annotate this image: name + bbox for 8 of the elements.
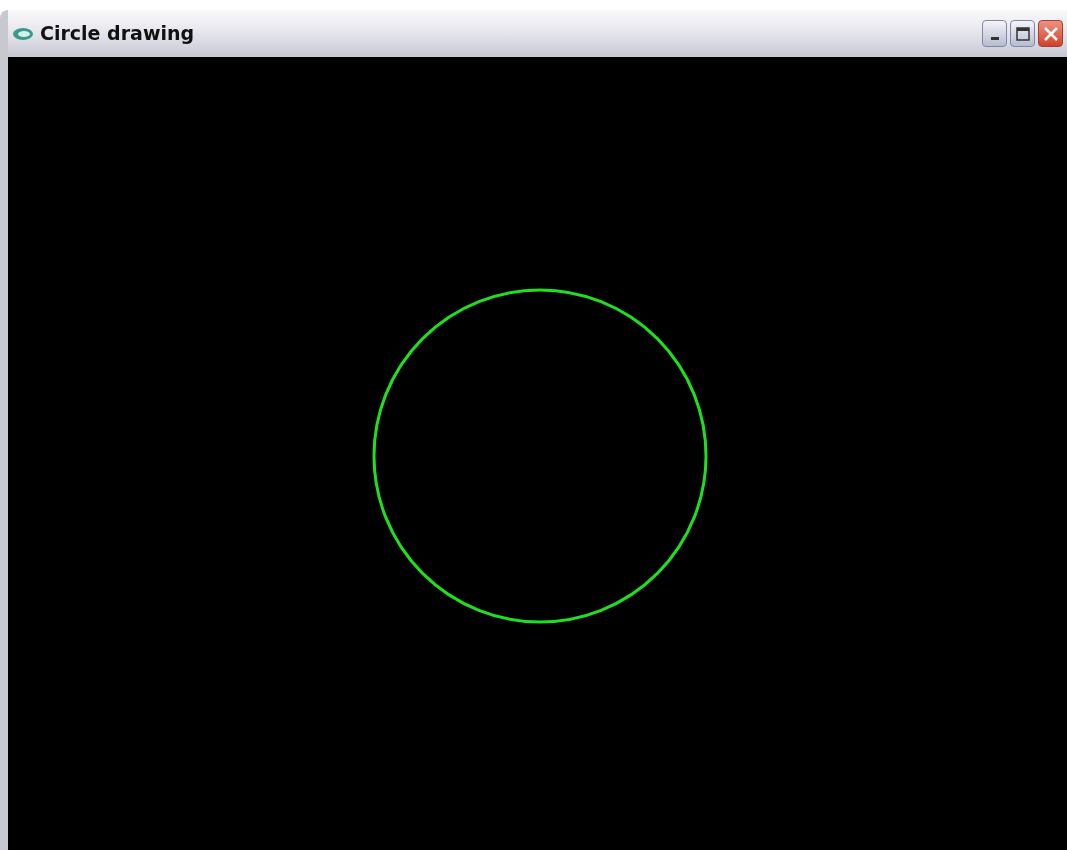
maximize-icon	[1015, 26, 1030, 41]
close-icon	[1042, 25, 1059, 42]
app-icon	[12, 26, 34, 41]
maximize-button[interactable]	[1010, 20, 1035, 47]
minimize-icon	[990, 37, 999, 40]
window-title: Circle drawing	[40, 21, 195, 47]
close-button[interactable]	[1038, 20, 1063, 47]
minimize-button[interactable]	[982, 20, 1007, 47]
